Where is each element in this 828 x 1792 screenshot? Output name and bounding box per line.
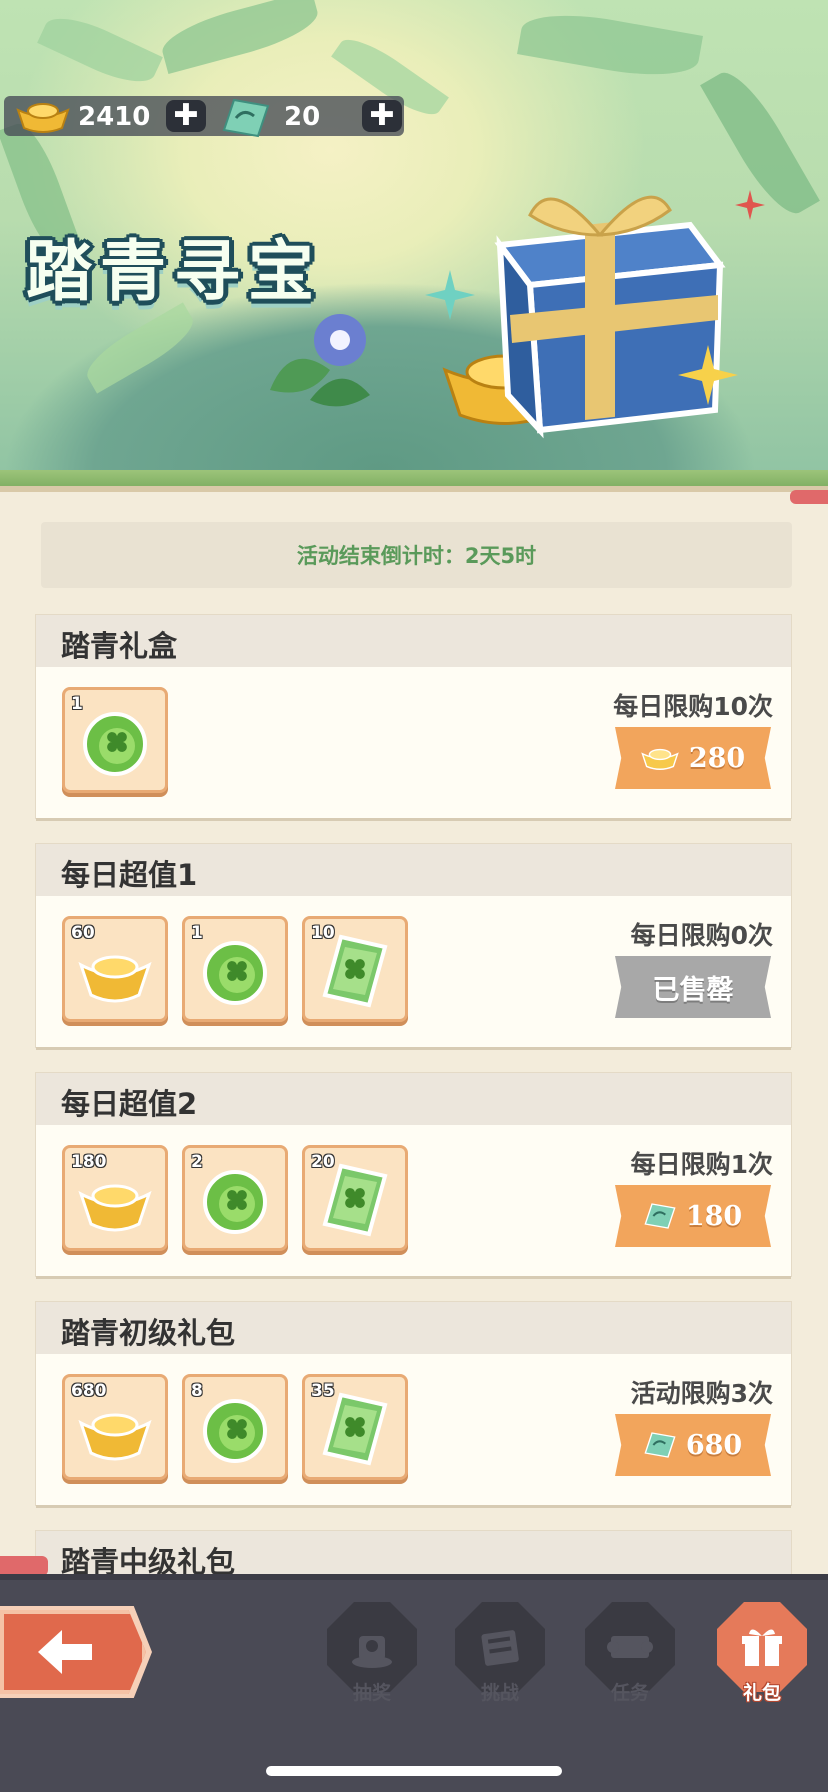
reward-item[interactable]: 35 [302, 1374, 408, 1480]
sparkle-icon [735, 190, 765, 220]
reward-item[interactable]: 10 [302, 916, 408, 1022]
gift-icon [742, 1629, 782, 1666]
clover-ticket-icon [322, 1163, 388, 1237]
price-label: 680 [685, 1429, 743, 1461]
ticket-balance: 20 [284, 102, 321, 132]
challenge-icon [481, 1630, 519, 1666]
pack-card-header: 每日超值2 [36, 1073, 791, 1125]
pack-title: 每日超值1 [61, 858, 198, 892]
gold-balance: 2410 [78, 102, 151, 132]
event-title: 踏青寻宝 [26, 233, 322, 310]
ticket-icon [644, 1203, 676, 1229]
nav-tab-label: 礼包 [742, 1682, 781, 1704]
gold-ingot-icon [78, 1184, 152, 1232]
reward-item[interactable]: 680 [62, 1374, 168, 1480]
home-indicator [266, 1766, 562, 1776]
pack-card: 每日超值2 180 2 20 每日限购1次 180 [36, 1073, 791, 1276]
add-gold-button[interactable]: ✚ [166, 100, 206, 132]
back-arrow-icon [38, 1630, 92, 1674]
pack-card: 每日超值1 60 1 10 每日限购0次 已售罄 [36, 844, 791, 1047]
lottery-icon [352, 1636, 392, 1668]
purchase-limit: 活动限购3次 [630, 1379, 773, 1408]
ticket-icon [222, 98, 270, 138]
ticket-icon [644, 1432, 676, 1458]
ribbon-decoration [0, 1556, 48, 1576]
purchase-limit: 每日限购0次 [630, 921, 773, 950]
add-ticket-button[interactable]: ✚ [362, 100, 402, 132]
nav-tab-label: 抽奖 [352, 1682, 391, 1704]
gold-ingot-icon [641, 748, 679, 770]
sparkle-icon [425, 270, 475, 320]
clover-token-icon [203, 1170, 267, 1234]
nav-tab-label: 任务 [610, 1682, 649, 1704]
flower-decoration [270, 314, 370, 407]
ribbon-decoration [790, 490, 828, 504]
pack-card: 踏青礼盒 1 每日限购10次 280 [36, 615, 791, 818]
gold-ingot-icon [16, 103, 70, 133]
nav-tab-lottery[interactable]: 抽奖 [324, 1602, 420, 1712]
pack-card: 踏青初级礼包 680 8 35 活动限购3次 680 [36, 1302, 791, 1505]
reward-item[interactable]: 60 [62, 916, 168, 1022]
currency-bar: 2410 ✚ 20 ✚ [4, 96, 404, 138]
pack-title: 踏青初级礼包 [61, 1316, 236, 1350]
buy-button[interactable]: 680 [615, 1414, 771, 1476]
clover-ticket-icon [322, 934, 388, 1008]
sparkle-icon [678, 345, 738, 405]
pack-card-header: 踏青礼盒 [36, 615, 791, 667]
reward-item[interactable]: 180 [62, 1145, 168, 1251]
price-label: 280 [688, 742, 746, 774]
reward-item[interactable]: 1 [62, 687, 168, 793]
divider [0, 486, 828, 492]
gold-ingot-icon [78, 1413, 152, 1461]
pack-card-header: 踏青初级礼包 [36, 1302, 791, 1354]
pack-card-header: 每日超值1 [36, 844, 791, 896]
pack-title: 踏青礼盒 [61, 629, 178, 663]
nav-tab-challenge[interactable]: 挑战 [452, 1602, 548, 1712]
purchase-limit: 每日限购1次 [630, 1150, 773, 1179]
buy-button[interactable]: 180 [615, 1185, 771, 1247]
clover-ticket-icon [322, 1392, 388, 1466]
reward-item[interactable]: 8 [182, 1374, 288, 1480]
reward-item[interactable]: 2 [182, 1145, 288, 1251]
task-icon [607, 1636, 653, 1658]
price-label: 180 [685, 1200, 743, 1232]
countdown-banner: 活动结束倒计时：2天5时 [41, 522, 792, 588]
gold-ingot-icon [78, 955, 152, 1003]
sold-out-button: 已售罄 [615, 956, 771, 1018]
nav-tab-task[interactable]: 任务 [582, 1602, 678, 1712]
clover-token-icon [203, 941, 267, 1005]
purchase-limit: 每日限购10次 [613, 692, 773, 721]
nav-tab-gift[interactable]: 礼包 [714, 1602, 810, 1712]
reward-item[interactable]: 1 [182, 916, 288, 1022]
event-banner: 踏青寻宝 2410 ✚ 20 ✚ [0, 0, 828, 485]
buy-button[interactable]: 280 [615, 727, 771, 789]
clover-token-icon [203, 1399, 267, 1463]
sold-out-label: 已售罄 [652, 974, 734, 1006]
clover-token-icon [83, 712, 147, 776]
nav-tab-label: 挑战 [480, 1682, 519, 1704]
reward-item[interactable]: 20 [302, 1145, 408, 1251]
pack-title: 每日超值2 [61, 1087, 198, 1121]
